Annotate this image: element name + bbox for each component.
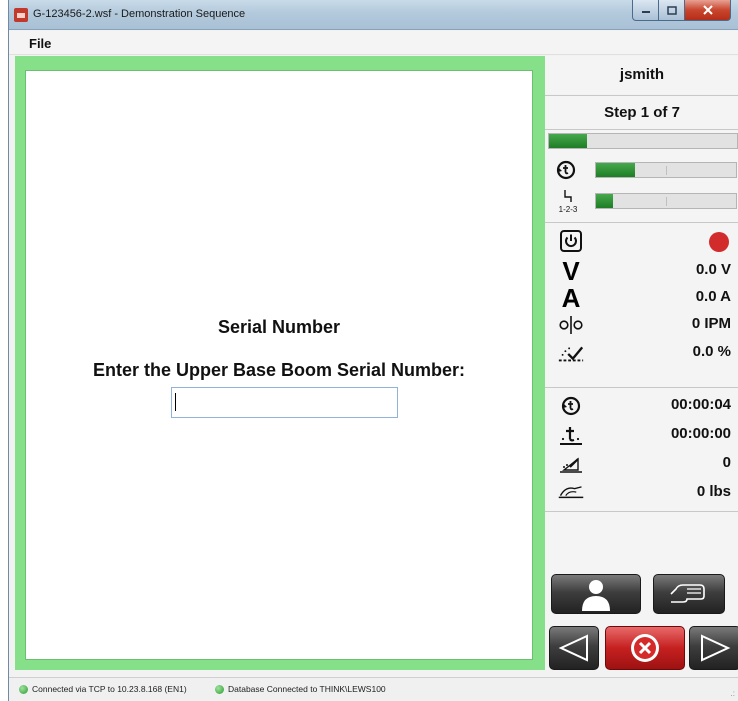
connection-text: Connected via TCP to 10.23.8.168 (EN1)	[32, 684, 187, 694]
app-window: G-123456-2.wsf - Demonstration Sequence …	[8, 0, 738, 701]
power-row	[545, 227, 738, 253]
database-text: Database Connected to THINK\LEWS100	[228, 684, 386, 694]
database-ok-icon	[215, 684, 224, 694]
wire-weight-value: 0 lbs	[696, 483, 731, 500]
status-bar: Connected via TCP to 10.23.8.168 (EN1) D…	[9, 677, 738, 701]
arc-percent-value: 0.0 %	[692, 343, 731, 360]
wire-feed-row: 0 IPM	[545, 311, 738, 337]
overall-progress-fill	[549, 134, 587, 148]
status-indicator-dot	[709, 232, 729, 252]
voltage-icon: V	[557, 256, 585, 286]
triangle-right-icon	[701, 634, 731, 662]
user-section: jsmith	[545, 56, 738, 94]
next-step-button[interactable]	[689, 626, 738, 670]
timers-section: 00:00:04 00:00:00 0 0 lbs	[545, 387, 738, 511]
step-section: Step 1 of 7	[545, 95, 738, 129]
arc-time-value: 00:00:00	[670, 425, 731, 442]
sequence-123-icon: 1-2-3	[554, 188, 582, 216]
resize-grip-icon[interactable]: .:	[731, 689, 735, 698]
elapsed-row: 00:00:04	[545, 392, 738, 418]
readings-section: V 0.0 V A 0.0 A 0 IPM 0.0 %	[545, 222, 738, 387]
username: jsmith	[619, 66, 665, 83]
cancel-x-icon	[631, 634, 659, 662]
arc-time-icon	[557, 423, 585, 447]
close-icon	[702, 5, 713, 15]
previous-step-button[interactable]	[549, 626, 599, 670]
title-bar[interactable]: G-123456-2.wsf - Demonstration Sequence	[9, 0, 738, 30]
operator-button[interactable]	[551, 574, 641, 614]
text-caret	[175, 393, 176, 411]
cancel-button[interactable]	[605, 626, 685, 670]
maximize-button[interactable]	[659, 0, 685, 21]
step-indicator: Step 1 of 7	[604, 104, 680, 121]
wire-feed-value: 0 IPM	[691, 315, 731, 332]
wire-weight-icon	[557, 481, 585, 505]
minimize-icon	[641, 11, 650, 13]
voltage-row: V 0.0 V	[545, 256, 738, 286]
sequence-icon-text: 1-2-3	[559, 205, 578, 214]
step-prompt: Enter the Upper Base Boom Serial Number:	[92, 360, 466, 380]
window-controls	[632, 0, 731, 21]
maximize-icon	[666, 5, 677, 15]
app-icon	[14, 8, 28, 22]
hand-icon	[670, 584, 705, 603]
bar-tick	[666, 166, 667, 175]
bar-tick	[666, 197, 667, 206]
arc-percent-icon	[557, 341, 585, 365]
sequence-progress-fill	[596, 194, 613, 208]
time-progress-fill	[596, 163, 636, 177]
wire-weight-row: 0 lbs	[545, 479, 738, 505]
manual-button[interactable]	[653, 574, 725, 614]
weld-count-value: 0	[722, 454, 731, 471]
current-symbol: A	[561, 283, 581, 313]
elapsed-value: 00:00:04	[670, 396, 731, 413]
current-icon: A	[557, 283, 585, 313]
connection-ok-icon	[19, 684, 28, 694]
step-title: Serial Number	[217, 317, 341, 337]
weld-count-row: 0	[545, 450, 738, 476]
elapsed-timer-icon	[557, 394, 585, 418]
window-title: G-123456-2.wsf - Demonstration Sequence	[33, 8, 246, 20]
progress-section: 1-2-3	[545, 129, 738, 222]
minimize-button[interactable]	[632, 0, 659, 21]
arc-percent-row: 0.0 %	[545, 339, 738, 365]
operator-icon	[582, 580, 610, 611]
menu-file[interactable]: File	[29, 36, 51, 51]
work-area-border: Serial Number Enter the Upper Base Boom …	[15, 56, 545, 670]
connection-status: Connected via TCP to 10.23.8.168 (EN1)	[19, 684, 187, 694]
time-progress-bar	[595, 162, 737, 178]
voltage-symbol: V	[562, 256, 580, 286]
side-panel: jsmith Step 1 of 7 1-2-3 V 0.0 V A 0.0 A…	[545, 56, 738, 670]
current-row: A 0.0 A	[545, 283, 738, 313]
close-button[interactable]	[685, 0, 731, 21]
weld-count-icon	[557, 452, 585, 476]
database-status: Database Connected to THINK\LEWS100	[215, 684, 386, 694]
timer-icon	[555, 159, 577, 186]
overall-progress-bar	[548, 133, 738, 149]
serial-number-input[interactable]	[171, 387, 398, 418]
menu-bar: File	[9, 31, 738, 55]
sequence-progress-bar	[595, 193, 737, 209]
voltage-value: 0.0 V	[695, 261, 731, 278]
arc-time-row: 00:00:00	[545, 421, 738, 447]
current-value: 0.0 A	[695, 288, 731, 305]
wire-feed-icon	[557, 313, 585, 337]
triangle-left-icon	[558, 634, 588, 662]
power-icon	[557, 229, 585, 253]
work-area: Serial Number Enter the Upper Base Boom …	[25, 70, 533, 660]
